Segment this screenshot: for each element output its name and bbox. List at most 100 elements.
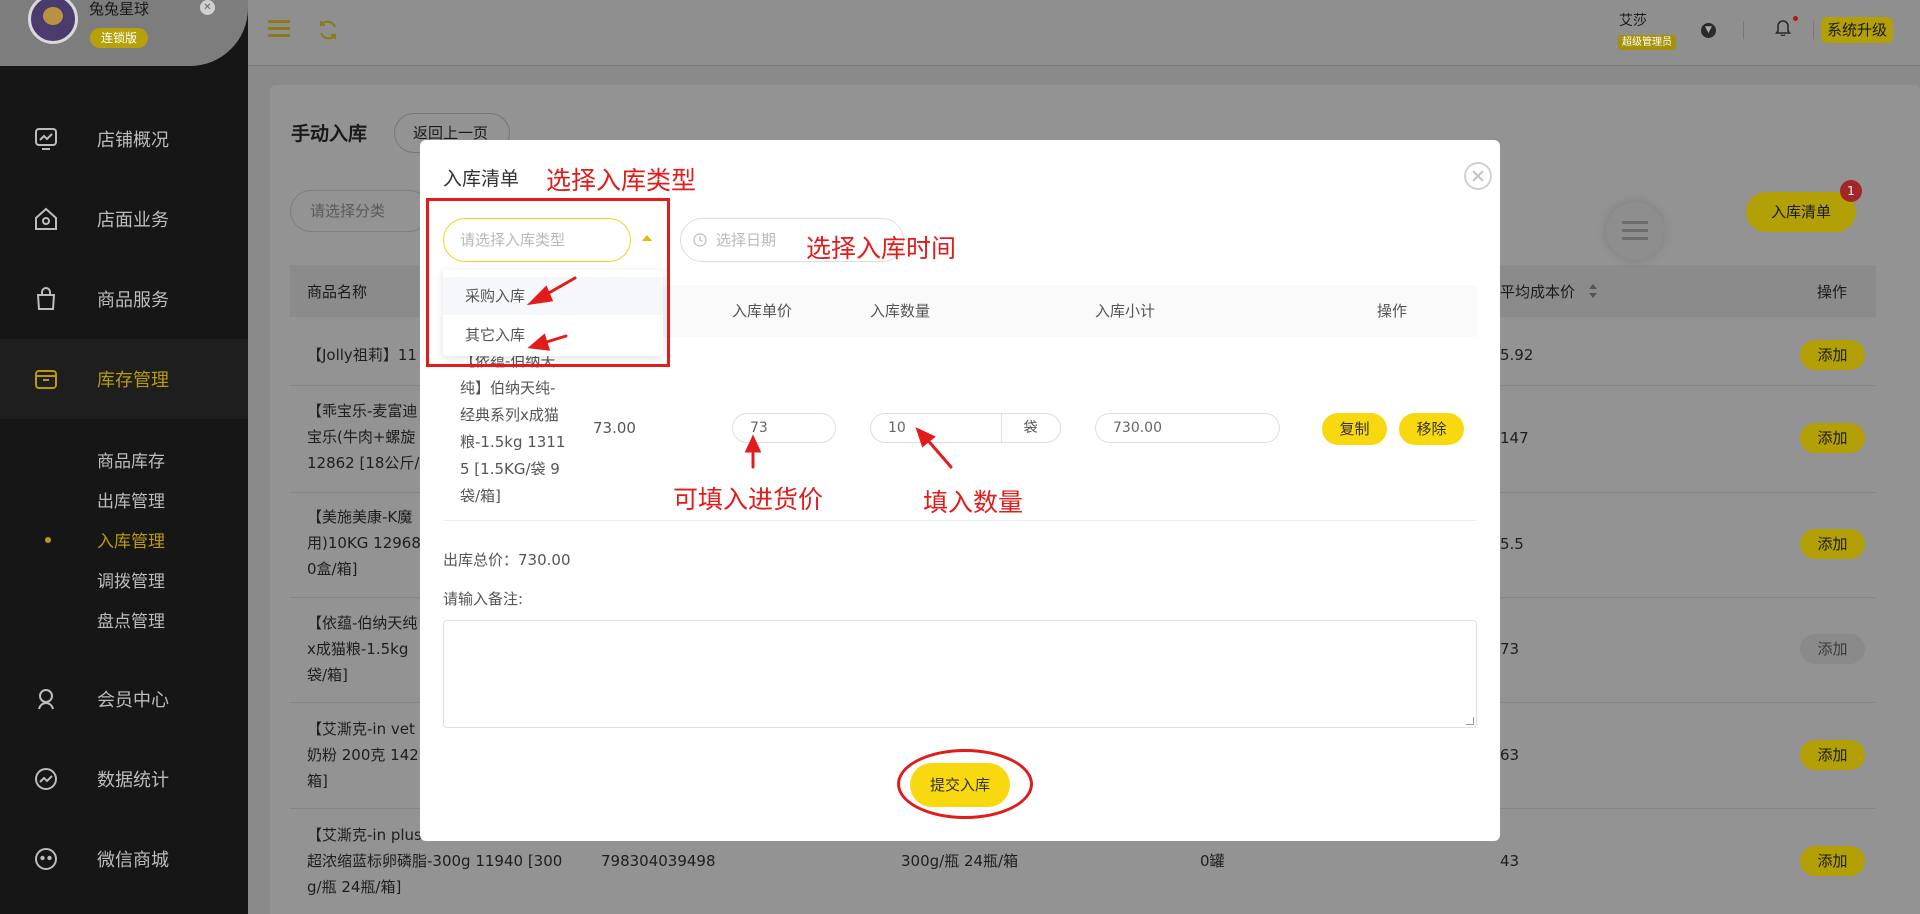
add-button[interactable]: 添加 bbox=[1800, 423, 1865, 453]
sidebar-subitem-transfer[interactable]: 调拨管理 bbox=[97, 567, 165, 592]
close-icon[interactable] bbox=[1464, 162, 1492, 190]
sidebar-item-product-service[interactable]: 商品服务 bbox=[0, 259, 248, 339]
stats-chart-icon bbox=[35, 768, 57, 790]
sidebar-item-wechat-shop[interactable]: 微信商城 bbox=[0, 819, 248, 899]
user-name[interactable]: 艾莎 bbox=[1619, 10, 1647, 30]
user-role-badge: 超级管理员 bbox=[1618, 35, 1676, 50]
sidebar: 兔兔星球 连锁版 ✕ 店铺概况 店面业务 商品服务 库存管理 商品库存 出库管理… bbox=[0, 0, 248, 914]
date-placeholder: 选择日期 bbox=[716, 231, 777, 249]
quantity-input[interactable]: 10 bbox=[870, 413, 1002, 443]
table-row-product-name: 【艾澌克-in vet 奶粉 200克 142 箱] bbox=[307, 720, 419, 790]
category-select[interactable]: 请选择分类 bbox=[290, 190, 430, 232]
menu-toggle-icon[interactable] bbox=[268, 20, 290, 38]
sidebar-item-label: 数据统计 bbox=[97, 770, 169, 791]
sidebar-subitem-stocktake[interactable]: 盘点管理 bbox=[97, 607, 165, 632]
column-header-actions: 操作 bbox=[1817, 283, 1848, 301]
chevron-down-icon[interactable]: ▼ bbox=[1701, 23, 1716, 38]
table-row-avg-cost: 63 bbox=[1500, 746, 1520, 764]
column-header-product-name: 商品名称 bbox=[307, 283, 368, 301]
annotation-highlight-ellipse bbox=[897, 749, 1033, 819]
brand-logo bbox=[28, 0, 78, 44]
top-header: 艾莎 超级管理员 ▼ 系统升级 bbox=[248, 0, 1920, 66]
shopping-bag-icon bbox=[36, 287, 56, 310]
quantity-unit: 袋 bbox=[1001, 413, 1061, 443]
list-menu-icon[interactable] bbox=[1606, 202, 1664, 260]
column-header-avg-cost[interactable]: 平均成本价 bbox=[1500, 281, 1575, 302]
annotation-select-time: 选择入库时间 bbox=[806, 234, 957, 263]
inbound-item-name: 【依蕴-伯纳天 纯】伯纳天纯- 经典系列x成猫 粮-1.5kg 1311 5 [… bbox=[460, 352, 566, 505]
sidebar-item-label: 商品服务 bbox=[97, 290, 169, 311]
sidebar-subitem-product-stock[interactable]: 商品库存 bbox=[97, 447, 165, 472]
copy-button[interactable]: 复制 bbox=[1322, 413, 1387, 445]
column-header-quantity: 入库数量 bbox=[870, 302, 931, 320]
inbound-item-cost: 73.00 bbox=[593, 419, 636, 437]
table-row-avg-cost: 43 bbox=[1500, 852, 1520, 870]
sidebar-item-label: 店铺概况 bbox=[97, 130, 169, 151]
add-button[interactable]: 添加 bbox=[1800, 740, 1865, 770]
resize-handle[interactable] bbox=[1466, 717, 1474, 725]
sidebar-item-store-business[interactable]: 店面业务 bbox=[0, 179, 248, 259]
collapse-sidebar-icon[interactable]: ✕ bbox=[200, 0, 215, 15]
member-user-icon bbox=[38, 689, 54, 710]
column-header-subtotal: 入库小计 bbox=[1095, 302, 1156, 320]
clock-icon bbox=[693, 233, 707, 247]
sort-icon[interactable] bbox=[1588, 283, 1598, 299]
sidebar-item-label: 库存管理 bbox=[97, 370, 169, 391]
wechat-shop-icon bbox=[35, 848, 57, 870]
stock-list-count-badge: 1 bbox=[1840, 180, 1862, 202]
sidebar-subitem-outbound[interactable]: 出库管理 bbox=[97, 487, 165, 512]
table-row-product-name: 【美施美康-K魔 用)10KG 12968 0盒/箱] bbox=[307, 508, 421, 578]
monitor-chart-icon bbox=[35, 128, 57, 150]
system-upgrade-button[interactable]: 系统升级 bbox=[1821, 17, 1894, 43]
table-row-avg-cost: 5.92 bbox=[1500, 346, 1534, 364]
add-button[interactable]: 添加 bbox=[1800, 529, 1865, 559]
annotation-highlight-box bbox=[426, 198, 670, 367]
bell-icon[interactable] bbox=[1775, 18, 1791, 36]
table-row-barcode: 798304039498 bbox=[601, 852, 716, 870]
annotation-select-type: 选择入库类型 bbox=[546, 166, 697, 195]
brand-name: 兔兔星球 bbox=[89, 0, 150, 18]
modal-title: 入库清单 bbox=[443, 168, 520, 190]
subtotal-field: 730.00 bbox=[1095, 413, 1280, 443]
notification-dot bbox=[1793, 16, 1798, 21]
table-row-avg-cost: 73 bbox=[1500, 640, 1520, 658]
table-row-avg-cost: 5.5 bbox=[1500, 535, 1524, 553]
table-row-avg-cost: 147 bbox=[1500, 429, 1529, 447]
sidebar-subitem-inbound[interactable]: 入库管理 bbox=[97, 527, 165, 552]
sidebar-item-statistics[interactable]: 数据统计 bbox=[0, 739, 248, 819]
annotation-quantity-hint: 填入数量 bbox=[923, 488, 1024, 517]
stock-list-button[interactable]: 入库清单 bbox=[1746, 192, 1856, 232]
header-divider bbox=[1813, 21, 1814, 39]
sidebar-item-label: 微信商城 bbox=[97, 850, 169, 871]
sidebar-item-inventory[interactable]: 库存管理 bbox=[0, 339, 248, 419]
refresh-icon[interactable] bbox=[317, 19, 339, 41]
add-button[interactable]: 添加 bbox=[1800, 634, 1865, 664]
add-button[interactable]: 添加 bbox=[1800, 340, 1865, 370]
column-header-actions: 操作 bbox=[1377, 302, 1408, 320]
table-row-divider bbox=[443, 520, 1477, 521]
table-row-stock: 0罐 bbox=[1200, 852, 1225, 870]
active-indicator-dot bbox=[45, 537, 51, 543]
add-button[interactable]: 添加 bbox=[1800, 846, 1865, 876]
annotation-price-hint: 可填入进货价 bbox=[673, 485, 824, 514]
table-row-product-name: 【乖宝乐-麦富迪 宝乐(牛肉+螺旋 12862 [18公斤/ bbox=[307, 402, 420, 472]
inventory-box-icon bbox=[35, 370, 57, 389]
remove-button[interactable]: 移除 bbox=[1399, 413, 1464, 445]
total-price-text: 出库总价：730.00 bbox=[443, 551, 571, 569]
table-row-product-name: 【Jolly祖莉】11 bbox=[307, 346, 417, 364]
unit-price-input[interactable]: 73 bbox=[732, 413, 836, 443]
table-row-spec: 300g/瓶 24瓶/箱 bbox=[901, 852, 1019, 870]
edition-badge: 连锁版 bbox=[90, 28, 149, 48]
note-textarea[interactable] bbox=[443, 620, 1477, 728]
sidebar-item-label: 店面业务 bbox=[97, 210, 169, 231]
table-row-product-name: 【依蕴-伯纳天纯 x成猫粮-1.5kg 袋/箱] bbox=[307, 614, 418, 684]
sidebar-item-overview[interactable]: 店铺概况 bbox=[0, 99, 248, 179]
brand-area: 兔兔星球 连锁版 ✕ bbox=[0, 0, 248, 66]
sidebar-item-label: 会员中心 bbox=[97, 690, 169, 711]
note-label: 请输入备注: bbox=[443, 590, 524, 608]
sidebar-item-member-center[interactable]: 会员中心 bbox=[0, 659, 248, 739]
header-divider bbox=[1743, 21, 1744, 39]
column-header-unit-price: 入库单价 bbox=[732, 302, 793, 320]
store-house-icon bbox=[35, 207, 57, 230]
page-title: 手动入库 bbox=[291, 123, 368, 145]
